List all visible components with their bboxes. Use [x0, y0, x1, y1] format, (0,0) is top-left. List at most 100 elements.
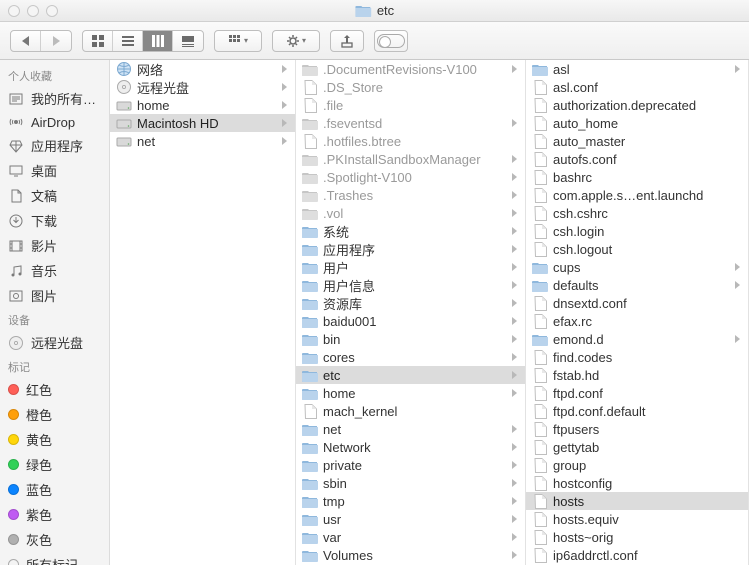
- list-item[interactable]: sbin: [296, 474, 525, 492]
- list-item[interactable]: hosts~orig: [526, 528, 748, 546]
- sidebar-tag[interactable]: 蓝色: [0, 477, 109, 502]
- list-item[interactable]: Macintosh HD: [110, 114, 295, 132]
- list-item[interactable]: usr: [296, 510, 525, 528]
- list-item[interactable]: bin: [296, 330, 525, 348]
- list-item[interactable]: hosts: [526, 492, 748, 510]
- list-item[interactable]: bashrc: [526, 168, 748, 186]
- list-item[interactable]: net: [110, 132, 295, 150]
- list-item[interactable]: mach_kernel: [296, 402, 525, 420]
- sidebar-tag[interactable]: 紫色: [0, 502, 109, 527]
- grid-icon: [91, 34, 105, 48]
- sidebar-item-documents[interactable]: 文稿: [0, 183, 109, 208]
- list-item[interactable]: csh.logout: [526, 240, 748, 258]
- list-item[interactable]: baidu001: [296, 312, 525, 330]
- list-item[interactable]: var: [296, 528, 525, 546]
- back-button[interactable]: [11, 31, 41, 51]
- sidebar-item-airdrop[interactable]: AirDrop: [0, 111, 109, 133]
- list-item[interactable]: csh.cshrc: [526, 204, 748, 222]
- list-item[interactable]: .DocumentRevisions-V100: [296, 60, 525, 78]
- sidebar-item-disc[interactable]: 远程光盘: [0, 330, 109, 355]
- list-item[interactable]: csh.login: [526, 222, 748, 240]
- list-item[interactable]: hosts.equiv: [526, 510, 748, 528]
- sidebar-item-movies[interactable]: 影片: [0, 233, 109, 258]
- list-item[interactable]: 用户: [296, 258, 525, 276]
- icon-view-button[interactable]: [83, 31, 113, 51]
- sidebar-tag[interactable]: 红色: [0, 377, 109, 402]
- sidebar-item-desktop[interactable]: 桌面: [0, 158, 109, 183]
- list-item[interactable]: 系统: [296, 222, 525, 240]
- list-item[interactable]: dnsextd.conf: [526, 294, 748, 312]
- list-item[interactable]: 远程光盘: [110, 78, 295, 96]
- list-item[interactable]: private: [296, 456, 525, 474]
- list-item[interactable]: ftpd.conf: [526, 384, 748, 402]
- list-item[interactable]: 网络: [110, 60, 295, 78]
- list-item[interactable]: asl: [526, 60, 748, 78]
- list-item[interactable]: .Spotlight-V100: [296, 168, 525, 186]
- forward-button[interactable]: [41, 31, 71, 51]
- list-item[interactable]: cores: [296, 348, 525, 366]
- list-view-button[interactable]: [113, 31, 143, 51]
- coverflow-view-button[interactable]: [173, 31, 203, 51]
- sidebar-tag[interactable]: 绿色: [0, 452, 109, 477]
- sidebar-item-music[interactable]: 音乐: [0, 258, 109, 283]
- list-item[interactable]: .hotfiles.btree: [296, 132, 525, 150]
- list-item[interactable]: Network: [296, 438, 525, 456]
- folder-icon: [302, 457, 318, 473]
- list-item[interactable]: find.codes: [526, 348, 748, 366]
- list-item[interactable]: autofs.conf: [526, 150, 748, 168]
- list-item[interactable]: .fseventsd: [296, 114, 525, 132]
- list-item[interactable]: .DS_Store: [296, 78, 525, 96]
- list-item[interactable]: emond.d: [526, 330, 748, 348]
- item-label: auto_home: [553, 116, 740, 131]
- chevron-right-icon: [735, 65, 740, 73]
- item-label: group: [553, 458, 740, 473]
- music-icon: [8, 263, 24, 279]
- list-item[interactable]: efax.rc: [526, 312, 748, 330]
- list-item[interactable]: defaults: [526, 276, 748, 294]
- column-view-button[interactable]: [143, 31, 173, 51]
- tag-dot-icon: [8, 509, 19, 520]
- list-item[interactable]: .file: [296, 96, 525, 114]
- list-item[interactable]: etc: [296, 366, 525, 384]
- close-button[interactable]: [8, 5, 20, 17]
- list-item[interactable]: home: [296, 384, 525, 402]
- sidebar-tag[interactable]: 灰色: [0, 527, 109, 552]
- list-item[interactable]: fstab.hd: [526, 366, 748, 384]
- sidebar-item-apps[interactable]: 应用程序: [0, 133, 109, 158]
- zoom-button[interactable]: [46, 5, 58, 17]
- list-item[interactable]: 资源库: [296, 294, 525, 312]
- list-item[interactable]: tmp: [296, 492, 525, 510]
- minimize-button[interactable]: [27, 5, 39, 17]
- list-item[interactable]: net: [296, 420, 525, 438]
- sidebar-tag[interactable]: 黄色: [0, 427, 109, 452]
- tags-button[interactable]: [374, 30, 408, 52]
- list-item[interactable]: hostconfig: [526, 474, 748, 492]
- folder-icon: [302, 241, 318, 257]
- list-item[interactable]: group: [526, 456, 748, 474]
- list-item[interactable]: auto_home: [526, 114, 748, 132]
- list-item[interactable]: home: [110, 96, 295, 114]
- list-item[interactable]: ftpusers: [526, 420, 748, 438]
- arrange-menu[interactable]: ▾: [214, 30, 262, 52]
- sidebar-item-all-files[interactable]: 我的所有…: [0, 86, 109, 111]
- list-item[interactable]: 用户信息: [296, 276, 525, 294]
- list-item[interactable]: gettytab: [526, 438, 748, 456]
- list-item[interactable]: auto_master: [526, 132, 748, 150]
- list-item[interactable]: Volumes: [296, 546, 525, 564]
- list-item[interactable]: ip6addrctl.conf: [526, 546, 748, 564]
- share-button[interactable]: [330, 30, 364, 52]
- list-item[interactable]: authorization.deprecated: [526, 96, 748, 114]
- list-item[interactable]: .PKInstallSandboxManager: [296, 150, 525, 168]
- list-item[interactable]: .vol: [296, 204, 525, 222]
- list-item[interactable]: com.apple.s…ent.launchd: [526, 186, 748, 204]
- list-item[interactable]: cups: [526, 258, 748, 276]
- sidebar-tag[interactable]: 橙色: [0, 402, 109, 427]
- list-item[interactable]: ftpd.conf.default: [526, 402, 748, 420]
- sidebar-tag[interactable]: 所有标记…: [0, 552, 109, 565]
- action-menu[interactable]: ▾: [272, 30, 320, 52]
- list-item[interactable]: asl.conf: [526, 78, 748, 96]
- list-item[interactable]: .Trashes: [296, 186, 525, 204]
- sidebar-item-downloads[interactable]: 下载: [0, 208, 109, 233]
- sidebar-item-pictures[interactable]: 图片: [0, 283, 109, 308]
- list-item[interactable]: 应用程序: [296, 240, 525, 258]
